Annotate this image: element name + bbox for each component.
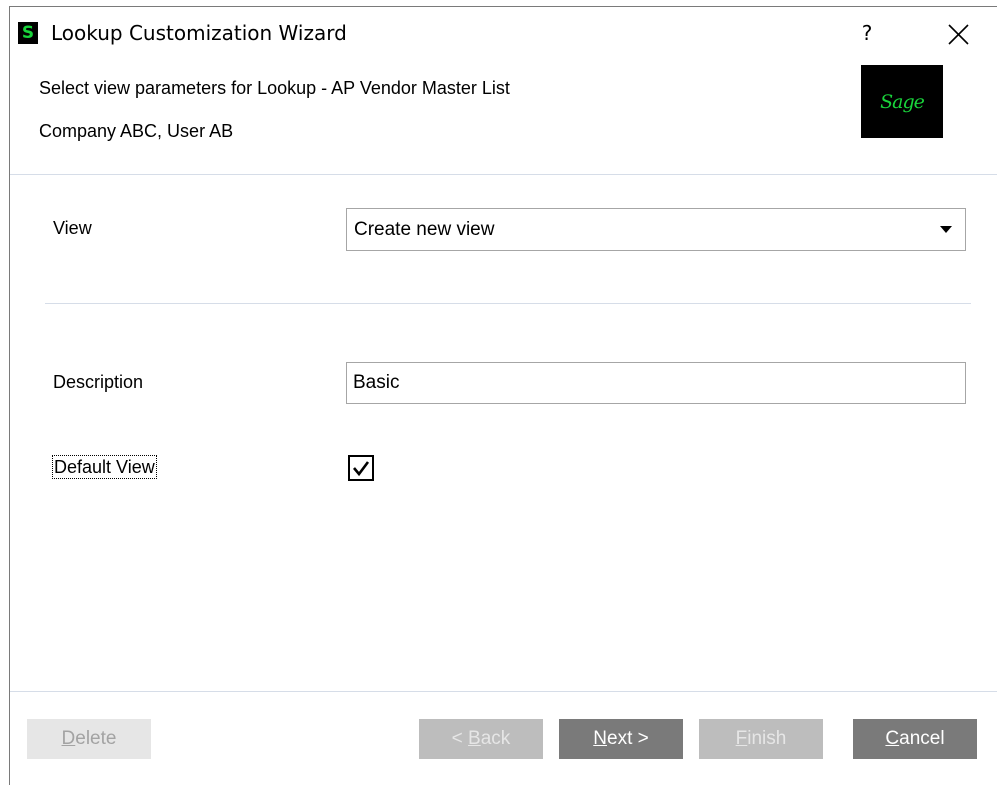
cancel-button[interactable]: Cancel bbox=[853, 719, 977, 759]
next-button[interactable]: Next > bbox=[559, 719, 683, 759]
description-input[interactable] bbox=[346, 362, 966, 404]
footer-divider bbox=[10, 691, 997, 692]
view-label: View bbox=[53, 218, 92, 238]
back-prefix: < bbox=[451, 728, 469, 749]
next-mnemonic: N bbox=[593, 728, 607, 749]
delete-mnemonic: D bbox=[61, 728, 76, 749]
title-bar: S Lookup Customization Wizard ? bbox=[10, 7, 997, 61]
help-button[interactable]: ? bbox=[855, 19, 879, 47]
cancel-label: ancel bbox=[899, 728, 945, 749]
sage-app-icon: S bbox=[18, 22, 38, 44]
back-button[interactable]: < Back bbox=[419, 719, 543, 759]
close-button[interactable] bbox=[944, 19, 974, 49]
back-label: ack bbox=[480, 728, 511, 749]
finish-label: inish bbox=[747, 728, 787, 749]
wizard-window: S Lookup Customization Wizard ? Select v… bbox=[9, 6, 997, 785]
checkmark-icon bbox=[353, 461, 370, 477]
delete-label: elete bbox=[75, 728, 117, 749]
form-divider bbox=[45, 303, 971, 304]
default-view-checkbox[interactable] bbox=[348, 455, 374, 481]
default-view-label[interactable]: Default View bbox=[52, 455, 157, 479]
next-label: ext > bbox=[607, 728, 649, 749]
sage-logo: Sage bbox=[861, 65, 943, 138]
sage-logo-text: Sage bbox=[880, 90, 925, 113]
header-divider bbox=[10, 174, 997, 175]
wizard-subtitle: Select view parameters for Lookup - AP V… bbox=[39, 78, 510, 98]
delete-button[interactable]: Delete bbox=[27, 719, 151, 759]
description-label: Description bbox=[53, 372, 144, 392]
view-dropdown-value: Create new view bbox=[354, 219, 495, 240]
finish-button[interactable]: Finish bbox=[699, 719, 823, 759]
cancel-mnemonic: C bbox=[885, 728, 900, 749]
company-user-text: Company ABC, User AB bbox=[39, 121, 234, 141]
back-mnemonic: B bbox=[468, 728, 481, 749]
window-title: Lookup Customization Wizard bbox=[51, 21, 347, 45]
finish-mnemonic: F bbox=[735, 728, 748, 749]
view-dropdown[interactable]: Create new view bbox=[346, 208, 966, 251]
close-icon bbox=[948, 24, 969, 45]
dropdown-arrow-icon bbox=[940, 226, 952, 233]
